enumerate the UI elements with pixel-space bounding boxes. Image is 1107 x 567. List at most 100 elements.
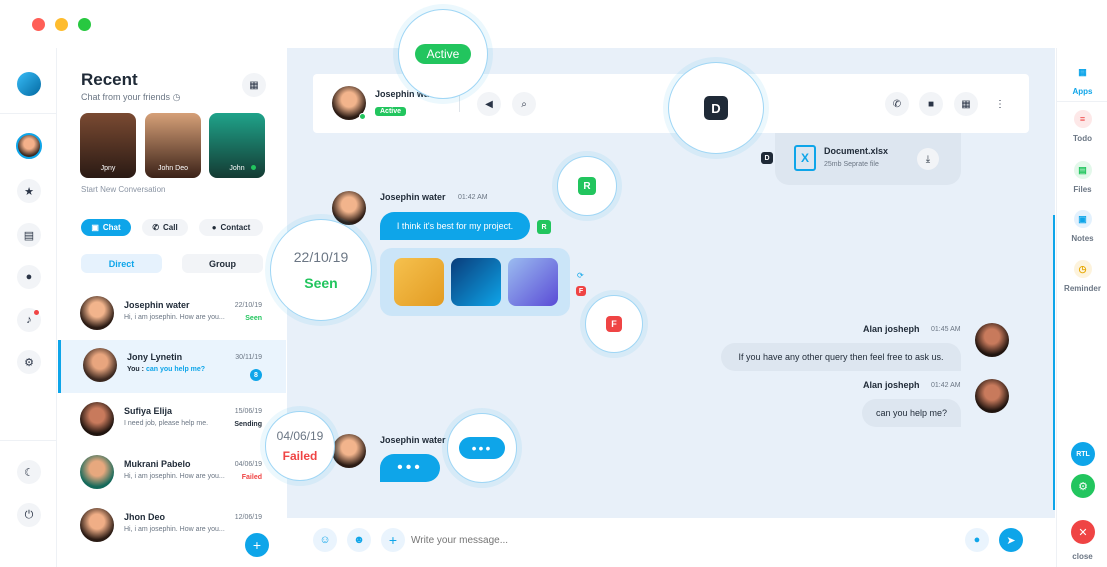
moon-icon[interactable]: ☾ <box>17 460 41 484</box>
close-dot[interactable] <box>32 18 45 31</box>
message-time: 01:42 AM <box>458 194 488 201</box>
notes-item[interactable]: ▣ Notes <box>1057 210 1107 243</box>
zoom-active: Active <box>398 9 488 99</box>
sidebar-title: Recent <box>81 70 138 89</box>
download-icon[interactable]: ⤓ <box>917 148 939 170</box>
left-icon-rail: ★ ▤ ● ♪ ⚙ ☾ ⏻ <box>0 48 57 567</box>
conversation-item-active[interactable]: Jony Lynetin You : can you help me? 30/1… <box>58 340 286 393</box>
search-icon[interactable]: ⌕ <box>512 92 536 116</box>
avatar <box>80 508 114 542</box>
right-rail: ▦ Apps ≡ Todo ▤ Files ▣ Notes ◷ Reminder… <box>1056 48 1107 567</box>
story-card[interactable]: John Deo <box>145 113 201 178</box>
avatar <box>80 402 114 436</box>
chat-pill[interactable]: ▣ Chat <box>81 219 131 236</box>
phone-icon: ✆ <box>152 223 160 232</box>
message-input-bar: ☺ ☻ + ● ➤ <box>287 518 1055 567</box>
refresh-icon[interactable]: ⟳ <box>577 271 584 280</box>
message-input[interactable] <box>411 530 831 550</box>
divider <box>459 94 460 112</box>
speaker-icon[interactable]: ◀ <box>477 92 501 116</box>
star-icon[interactable]: ★ <box>17 179 41 203</box>
maximize-dot[interactable] <box>78 18 91 31</box>
chat-scrollbar[interactable] <box>1053 215 1055 510</box>
todo-item[interactable]: ≡ Todo <box>1057 110 1107 143</box>
document-size: 25mb Seprate file <box>824 161 879 168</box>
contact-pill[interactable]: ● Contact <box>199 219 263 236</box>
zoom-failed: 04/06/19 Failed <box>265 411 335 481</box>
product-image[interactable] <box>508 258 558 306</box>
sender-avatar <box>332 191 366 225</box>
users-icon[interactable]: ● <box>17 265 41 289</box>
group-tab[interactable]: Group <box>182 254 263 273</box>
sender-name: Josephin water <box>380 192 446 202</box>
document-name: Document.xlsx <box>824 146 889 156</box>
minimize-dot[interactable] <box>55 18 68 31</box>
emoji-icon[interactable]: ☻ <box>347 528 371 552</box>
zoom-read: R <box>557 156 617 216</box>
conversation-item[interactable]: Sufiya Elija I need job, please help me.… <box>58 394 286 447</box>
todo-icon: ≡ <box>1073 110 1092 128</box>
add-attachment-icon[interactable]: + <box>381 528 405 552</box>
document-icon[interactable]: ▤ <box>17 223 41 247</box>
notes-icon: ▣ <box>1073 210 1092 228</box>
avatar <box>80 296 114 330</box>
settings-icon[interactable]: ⚙ <box>17 350 41 374</box>
app-logo <box>17 72 41 96</box>
send-icon[interactable]: ➤ <box>999 528 1023 552</box>
chat-icon: ▣ <box>91 223 99 232</box>
files-icon: ▤ <box>1073 161 1092 179</box>
document-message[interactable]: X Document.xlsx 25mb Seprate file ⤓ <box>775 133 961 185</box>
online-indicator <box>251 165 256 170</box>
story-card[interactable]: John <box>209 113 265 178</box>
sender-avatar <box>975 323 1009 357</box>
close-icon[interactable]: ✕ <box>1071 520 1095 544</box>
start-new-conversation[interactable]: Start New Conversation <box>81 185 165 194</box>
message-time: 01:42 AM <box>931 382 961 389</box>
online-indicator <box>359 113 366 120</box>
rtl-button[interactable]: RTL <box>1071 442 1095 466</box>
zoom-typing: ••• <box>447 413 517 483</box>
clock-icon: ◷ <box>172 92 181 102</box>
grid-icon[interactable]: ▦ <box>954 92 978 116</box>
avatar <box>83 348 117 382</box>
image-gallery-message[interactable] <box>380 248 570 316</box>
close-label: close <box>1072 552 1093 561</box>
failed-badge: F <box>576 286 586 296</box>
message-bubble: If you have any other query then feel fr… <box>721 343 961 371</box>
sender-name: Alan josheph <box>863 380 920 390</box>
bell-icon[interactable]: ♪ <box>17 308 41 332</box>
product-image[interactable] <box>451 258 501 306</box>
story-card[interactable]: Jpny <box>80 113 136 178</box>
sender-name: Alan josheph <box>863 324 920 334</box>
product-image[interactable] <box>394 258 444 306</box>
settings-icon[interactable]: ⚙ <box>1071 474 1095 498</box>
more-vertical-icon[interactable]: ⋮ <box>988 92 1012 116</box>
sender-name: Josephin water <box>380 435 446 445</box>
message-bubble: can you help me? <box>862 399 961 427</box>
sender-avatar <box>332 434 366 468</box>
message-bubble: I think it's best for my project. <box>380 212 530 240</box>
files-item[interactable]: ▤ Files <box>1057 161 1107 194</box>
typing-indicator: ••• <box>380 454 440 482</box>
reminder-item[interactable]: ◷ Reminder <box>1057 260 1107 293</box>
power-icon[interactable]: ⏻ <box>17 503 41 527</box>
sticker-icon[interactable]: ☺ <box>313 528 337 552</box>
conversation-item[interactable]: Josephin water Hi, i am josephin. How ar… <box>58 288 286 341</box>
user-avatar[interactable] <box>16 133 42 159</box>
add-conversation-button[interactable]: + <box>245 533 269 557</box>
sender-avatar <box>975 379 1009 413</box>
status-badge: Active <box>375 107 407 116</box>
window-controls <box>32 18 91 31</box>
message-time: 01:45 AM <box>931 326 961 333</box>
zoom-seen: 22/10/19 Seen <box>270 219 372 321</box>
call-pill[interactable]: ✆ Call <box>142 219 188 236</box>
grid-icon[interactable]: ▦ <box>242 73 266 97</box>
microphone-icon[interactable]: ● <box>965 528 989 552</box>
conversation-item[interactable]: Mukrani Pabelo Hi, i am josephin. How ar… <box>58 447 286 500</box>
video-icon[interactable]: ■ <box>919 92 943 116</box>
apps-item[interactable]: ▦ Apps <box>1057 63 1107 97</box>
avatar <box>80 455 114 489</box>
direct-tab[interactable]: Direct <box>81 254 162 273</box>
clock-icon: ◷ <box>1073 260 1092 278</box>
phone-icon[interactable]: ✆ <box>885 92 909 116</box>
